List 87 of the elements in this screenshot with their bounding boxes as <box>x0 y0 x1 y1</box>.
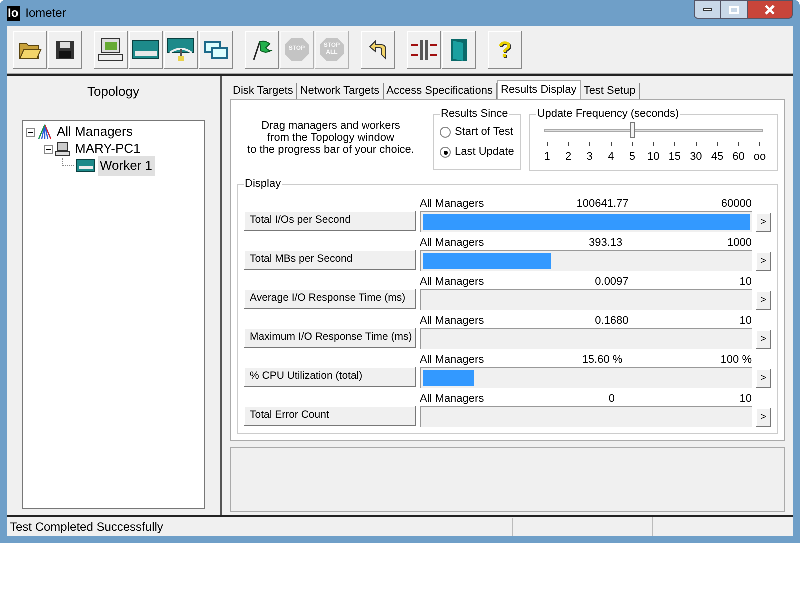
minimize-button[interactable] <box>694 0 721 19</box>
radio-label: Last Update <box>455 145 514 160</box>
network-drive-icon <box>166 36 196 62</box>
tick-label: 2 <box>566 150 572 164</box>
tick-label: 15 <box>668 150 682 164</box>
value-label: 0.0097 <box>595 276 629 288</box>
more-button[interactable]: > <box>756 368 771 388</box>
drive-icon <box>131 38 161 62</box>
radio-button[interactable] <box>440 147 451 158</box>
toolbar-button[interactable] <box>94 30 128 68</box>
toolbar-button[interactable] <box>361 30 395 68</box>
tick-label: 45 <box>711 150 724 164</box>
tree-item[interactable]: Worker 1 <box>98 156 154 176</box>
group-title: Update Frequency (seconds) <box>536 107 680 122</box>
app-logo: Io <box>7 6 20 20</box>
tab[interactable]: Results Display <box>497 80 581 99</box>
source-label: All Managers <box>420 314 484 328</box>
hint-text: Drag managers and workers <box>262 120 400 132</box>
metric-button[interactable]: Average I/O Response Time (ms) <box>244 288 416 308</box>
value-label: 0.1680 <box>595 314 629 328</box>
toolbar-button[interactable] <box>129 30 163 68</box>
metric-button[interactable]: Maximum I/O Response Time (ms) <box>244 328 416 348</box>
toolbar-button[interactable] <box>199 30 233 68</box>
value-label: 100641.77 <box>576 198 629 210</box>
door-icon <box>448 36 470 62</box>
more-button[interactable]: > <box>756 252 771 270</box>
max-label: 10 <box>740 314 752 328</box>
toolbar-button[interactable] <box>245 30 279 68</box>
slider-thumb[interactable] <box>630 122 635 138</box>
metric-button[interactable]: % CPU Utilization (total) <box>244 366 416 386</box>
computer-icon <box>97 36 125 62</box>
status-text: Test Completed Successfully <box>7 518 513 536</box>
source-label: All Managers <box>420 354 484 366</box>
windows-icon <box>203 38 229 60</box>
tick-label: 10 <box>648 150 660 164</box>
tick-label: 1 <box>544 150 550 164</box>
toolbar-button[interactable] <box>442 30 476 68</box>
collapse-toggle-icon[interactable] <box>44 144 53 154</box>
radio-button[interactable] <box>440 127 451 138</box>
hint-text: from the Topology window <box>268 132 394 144</box>
value-label: 393.13 <box>589 236 623 250</box>
group-title: Display <box>244 177 282 192</box>
panel-title: Topology <box>86 83 141 101</box>
max-label: 100 % <box>720 354 752 366</box>
collapse-toggle-icon[interactable] <box>26 128 35 136</box>
tick-label: oo <box>754 150 766 164</box>
toolbar-button[interactable] <box>48 30 82 68</box>
toolbar-button[interactable] <box>164 30 198 68</box>
toolbar-button[interactable] <box>407 30 441 68</box>
tree-item[interactable]: MARY-PC1 <box>73 139 143 159</box>
question-mark-icon: ? <box>498 33 512 66</box>
value-label: 0 <box>608 392 616 406</box>
computer-icon <box>55 142 71 156</box>
more-button[interactable]: > <box>756 408 771 426</box>
max-label: 1000 <box>728 236 752 250</box>
value-label: 15.60 % <box>582 354 623 366</box>
close-icon <box>765 4 775 14</box>
max-label: 10 <box>740 392 752 406</box>
tick-label: 30 <box>690 150 702 164</box>
hint-text: to the progress bar of your choice. <box>248 144 414 156</box>
source-label: All Managers <box>420 276 484 288</box>
more-button[interactable]: > <box>756 290 771 310</box>
tick-label: 4 <box>608 150 614 164</box>
tick-label: 5 <box>629 150 636 164</box>
more-button[interactable]: > <box>756 212 771 232</box>
metric-button[interactable]: Total Error Count <box>244 406 416 426</box>
window-title: Iometer <box>26 5 66 22</box>
drive-icon <box>76 159 96 173</box>
more-button[interactable]: > <box>756 330 771 348</box>
radio-label: Start of Test <box>455 125 514 140</box>
managers-icon <box>37 124 53 140</box>
metric-button[interactable]: Total I/Os per Second <box>244 210 416 230</box>
metric-button[interactable]: Total MBs per Second <box>244 250 416 270</box>
tick-label: 60 <box>732 150 745 164</box>
close-button[interactable] <box>747 0 793 19</box>
source-label: All Managers <box>420 392 484 406</box>
arrows-icon <box>409 38 439 62</box>
toolbar-button[interactable] <box>13 30 47 68</box>
source-label: All Managers <box>420 198 484 210</box>
max-label: 10 <box>740 276 752 288</box>
maximize-button[interactable] <box>721 0 747 19</box>
group-title: Results Since <box>440 107 510 122</box>
source-label: All Managers <box>420 236 484 250</box>
tree-item[interactable]: All Managers <box>55 122 135 142</box>
tick-label: 3 <box>586 150 593 164</box>
return-arrow-icon <box>367 38 389 60</box>
max-label: 60000 <box>721 198 752 210</box>
